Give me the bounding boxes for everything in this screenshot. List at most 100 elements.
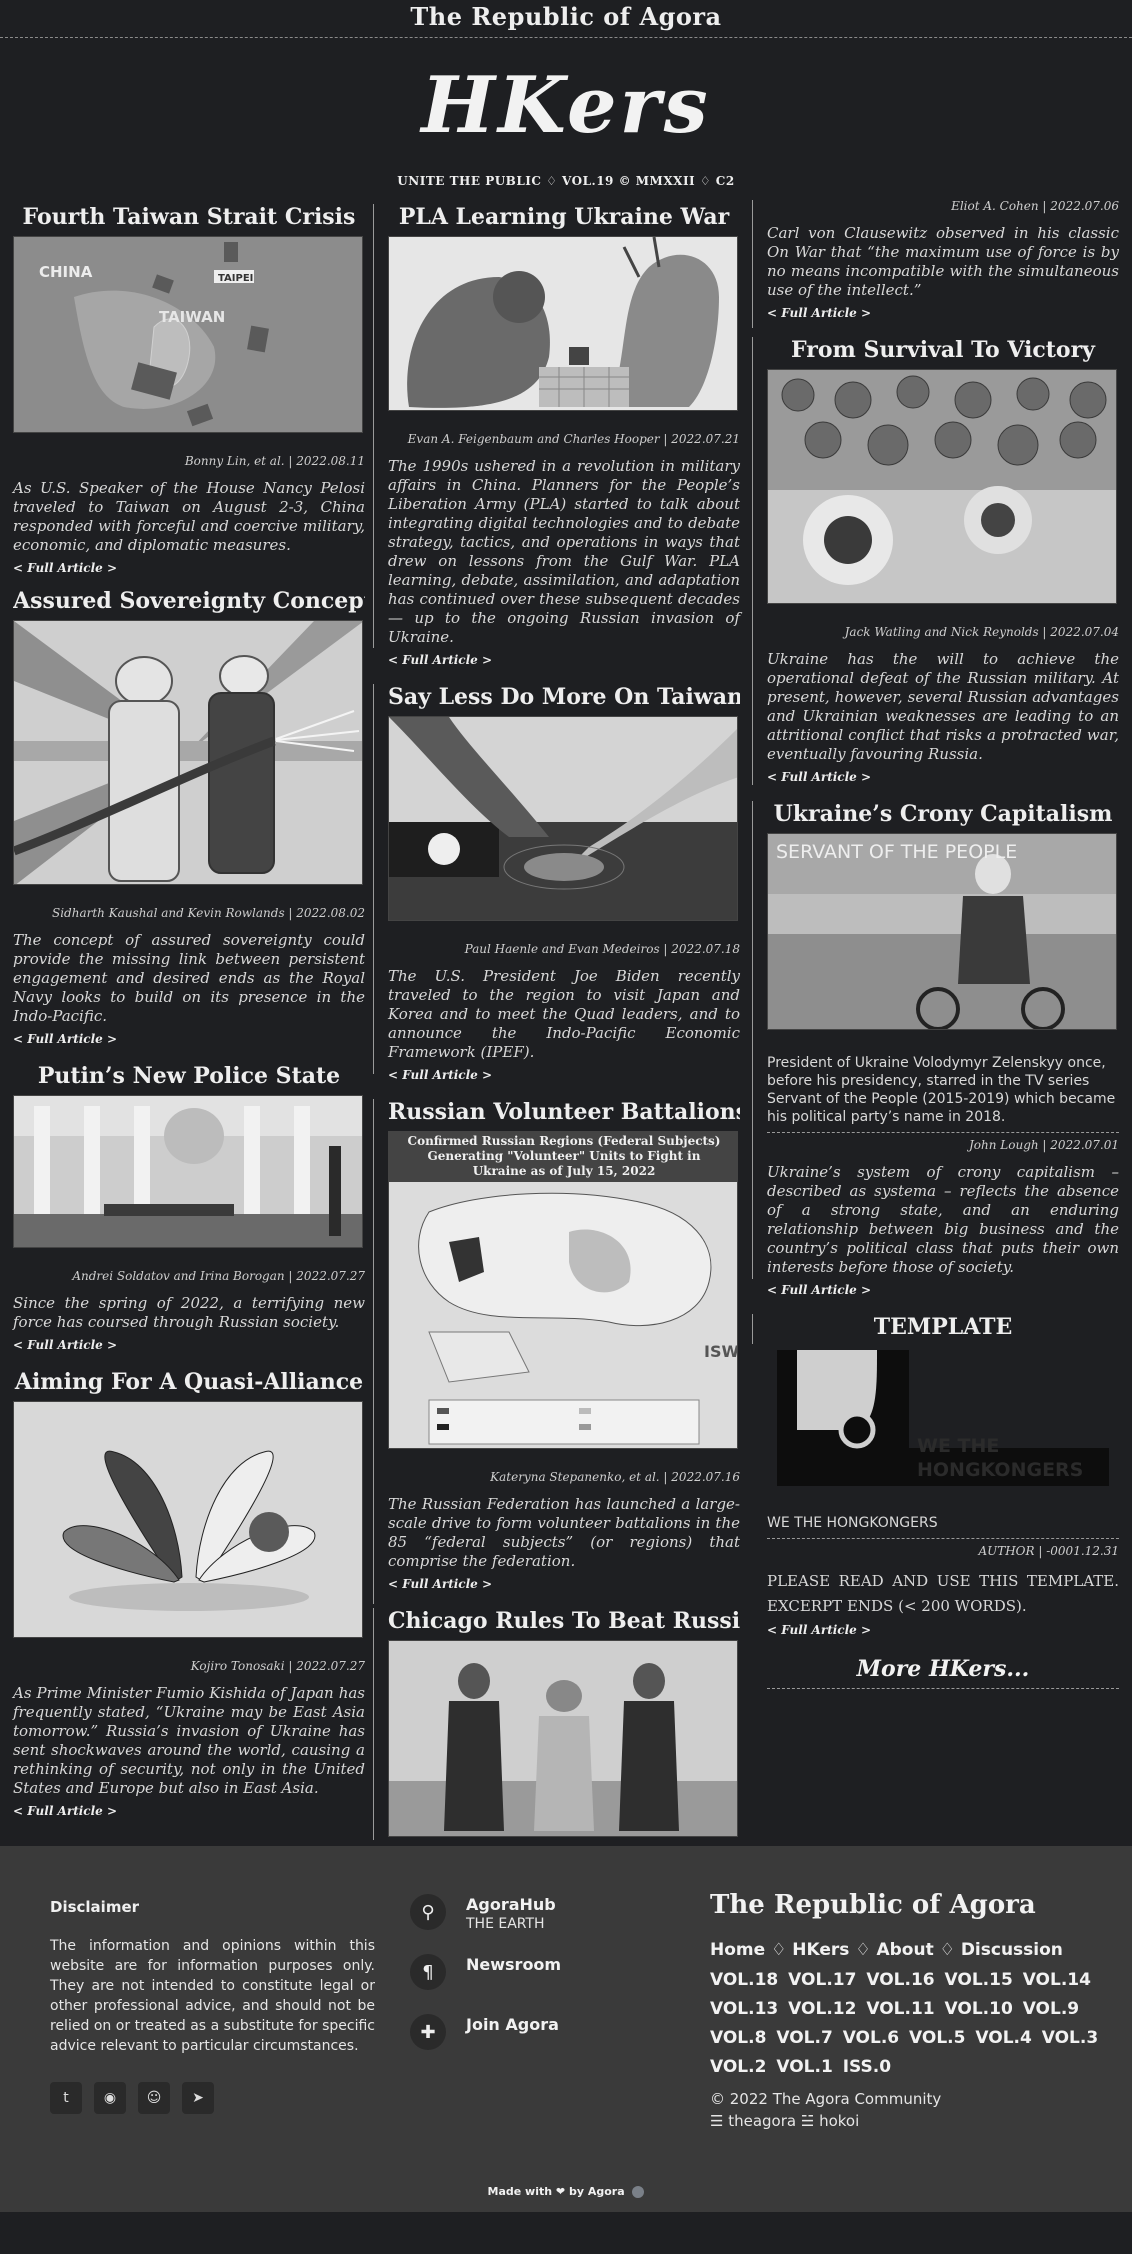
logo-wordmark: WE THE HONGKONGERS — [917, 1435, 1084, 1481]
article-title[interactable]: Ukraine’s Crony Capitalism — [767, 799, 1119, 829]
github-icon[interactable]: ◉ — [94, 2082, 126, 2114]
article-byline: Eliot A. Cohen | 2022.07.06 — [951, 199, 1119, 213]
taiwan-flag-hands-cartoon — [389, 717, 737, 920]
firefighters-illustration — [14, 621, 362, 884]
article-title[interactable]: From Survival To Victory — [767, 335, 1119, 365]
social-links: t ◉ ☺ ➤ — [50, 2082, 214, 2114]
column-divider — [373, 1099, 374, 1604]
article-title[interactable]: Fourth Taiwan Strait Crisis — [13, 202, 365, 232]
full-article-link[interactable]: < Full Article > — [767, 770, 871, 784]
agora-dot-icon — [632, 2186, 645, 2198]
full-article-link[interactable]: < Full Article > — [767, 1283, 871, 1297]
article-card: Ukraine’s Crony Capitalism SERVANT OF TH… — [752, 799, 1119, 1298]
footer-nav: Home ♢ HKers ♢ About ♢ Discussion — [710, 1940, 1110, 1960]
dashed-divider — [767, 1132, 1119, 1133]
footer-link-title[interactable]: Newsroom — [466, 1954, 561, 1976]
article-image[interactable] — [388, 1640, 738, 1837]
reddit-icon[interactable]: ☺ — [138, 2082, 170, 2114]
article-image[interactable] — [388, 716, 738, 921]
left-column: Fourth Taiwan Strait Crisis CHINA TAIPEI… — [13, 196, 365, 1846]
column-divider — [373, 204, 374, 648]
article-title[interactable]: PLA Learning Ukraine War — [388, 202, 740, 232]
article-image[interactable]: Confirmed Russian Regions (Federal Subje… — [388, 1131, 738, 1449]
we-the-hongkongers-logo: WE THE HONGKONGERS — [777, 1350, 1109, 1486]
article-title[interactable]: Assured Sovereignty Concept — [13, 586, 365, 616]
russia-regions-map: Confirmed Russian Regions (Federal Subje… — [389, 1132, 737, 1448]
article-image[interactable] — [388, 236, 738, 411]
article-card: Assured Sovereignty Concept Sidharth Kau… — [13, 586, 365, 1047]
article-card: Aiming For A Quasi-Alliance Kojiro Tonos… — [13, 1367, 365, 1819]
full-article-link[interactable]: < Full Article > — [767, 1623, 871, 1637]
map-label-taipei: TAIPEI — [218, 273, 253, 284]
footer-link-subtitle: THE EARTH — [466, 1916, 545, 1932]
site-title[interactable]: The Republic of Agora — [410, 2, 721, 31]
full-article-link[interactable]: < Full Article > — [13, 561, 117, 575]
article-image[interactable] — [13, 620, 363, 885]
column-divider — [373, 684, 374, 1074]
column-divider — [752, 1314, 753, 1344]
more-hkers-link[interactable]: More HKers... — [767, 1656, 1119, 1682]
nav-home[interactable]: Home — [710, 1940, 765, 1960]
article-excerpt: Ukraine’s system of crony capitalism – d… — [767, 1163, 1119, 1276]
footer-link-title[interactable]: AgoraHub — [466, 1894, 556, 1916]
column-divider — [752, 200, 753, 328]
middle-column: PLA Learning Ukraine War Evan A. Feigenb… — [373, 196, 740, 1846]
nav-discussion[interactable]: Discussion — [961, 1940, 1063, 1960]
article-card: TEMPLATE WE THE HONGKONGERS WE THE HONGK… — [752, 1312, 1119, 1689]
article-title[interactable]: Aiming For A Quasi-Alliance — [13, 1367, 365, 1397]
full-article-link[interactable]: < Full Article > — [13, 1032, 117, 1046]
article-card: PLA Learning Ukraine War Evan A. Feigenb… — [373, 202, 740, 668]
made-with-text: Made with ❤ by Agora — [487, 2185, 625, 2198]
footer-brand[interactable]: The Republic of Agora — [710, 1890, 1110, 1920]
zelenskyy-photo: SERVANT OF THE PEOPLE — [768, 834, 1116, 1029]
article-image[interactable] — [13, 1401, 363, 1638]
article-image[interactable]: CHINA TAIPEI TAIWAN — [13, 236, 363, 433]
column-divider — [752, 801, 753, 1279]
volume-links[interactable]: VOL.18 VOL.17 VOL.16 VOL.15 VOL.14 VOL.1… — [710, 1966, 1110, 2082]
footer-link-title[interactable]: Join Agora — [466, 2014, 559, 2036]
full-article-link[interactable]: < Full Article > — [13, 1804, 117, 1818]
pilcrow-icon: ¶ — [410, 1954, 446, 1990]
footer-link-join[interactable]: ✚ Join Agora — [410, 2014, 561, 2054]
article-byline: Kateryna Stepanenko, et al. | 2022.07.16 — [490, 1470, 740, 1484]
article-card: From Survival To Victory Jack Watling an… — [752, 335, 1119, 785]
article-card: Eliot A. Cohen | 2022.07.06 Carl von Cla… — [752, 198, 1119, 328]
footer-link-newsroom[interactable]: ¶ Newsroom — [410, 1954, 561, 1994]
map-label-taiwan: TAIWAN — [159, 308, 225, 326]
article-image[interactable]: SERVANT OF THE PEOPLE — [767, 833, 1117, 1030]
article-title[interactable]: Russian Volunteer Battalions — [388, 1097, 740, 1127]
full-article-link[interactable]: < Full Article > — [388, 653, 492, 667]
top-bar: The Republic of Agora — [0, 0, 1132, 38]
article-title[interactable]: Chicago Rules To Beat Russia — [388, 1606, 740, 1636]
nav-about[interactable]: About — [876, 1940, 933, 1960]
made-with-credit: Made with ❤ by Agora — [0, 2185, 1132, 2198]
full-article-link[interactable]: < Full Article > — [767, 306, 871, 320]
column-divider — [373, 1608, 374, 1840]
article-title[interactable]: Putin’s New Police State — [13, 1061, 365, 1091]
article-byline: Paul Haenle and Evan Medeiros | 2022.07.… — [464, 942, 740, 956]
article-excerpt: Carl von Clausewitz observed in his clas… — [767, 224, 1119, 299]
puzzle-icon: ✚ — [410, 2014, 446, 2050]
full-article-link[interactable]: < Full Article > — [388, 1068, 492, 1082]
article-title[interactable]: Say Less Do More On Taiwan — [388, 682, 740, 712]
full-article-link[interactable]: < Full Article > — [388, 1577, 492, 1591]
article-title[interactable]: TEMPLATE — [767, 1312, 1119, 1342]
article-excerpt: The Russian Federation has launched a la… — [388, 1495, 740, 1570]
map-pin-icon: ⚲ — [410, 1894, 446, 1930]
article-image[interactable] — [13, 1095, 363, 1248]
site-logo[interactable]: HKers — [0, 56, 1132, 156]
nav-separator: ♢ — [855, 1940, 871, 1960]
article-byline: Evan A. Feigenbaum and Charles Hooper | … — [407, 432, 740, 446]
image-caption: WE THE HONGKONGERS — [767, 1515, 938, 1531]
article-image[interactable] — [767, 369, 1117, 604]
footer-link-agorahub[interactable]: ⚲ AgoraHub THE EARTH — [410, 1894, 561, 1934]
tv-series-title: SERVANT OF THE PEOPLE — [776, 841, 1017, 863]
telegram-icon[interactable]: ➤ — [182, 2082, 214, 2114]
twitter-icon[interactable]: t — [50, 2082, 82, 2114]
article-card: Fourth Taiwan Strait Crisis CHINA TAIPEI… — [13, 202, 365, 576]
article-image[interactable]: WE THE HONGKONGERS — [777, 1350, 1117, 1490]
nav-hkers[interactable]: HKers — [792, 1940, 849, 1960]
article-excerpt: As Prime Minister Fumio Kishida of Japan… — [13, 1684, 365, 1797]
article-byline: Kojiro Tonosaki | 2022.07.27 — [190, 1659, 365, 1673]
full-article-link[interactable]: < Full Article > — [13, 1338, 117, 1352]
